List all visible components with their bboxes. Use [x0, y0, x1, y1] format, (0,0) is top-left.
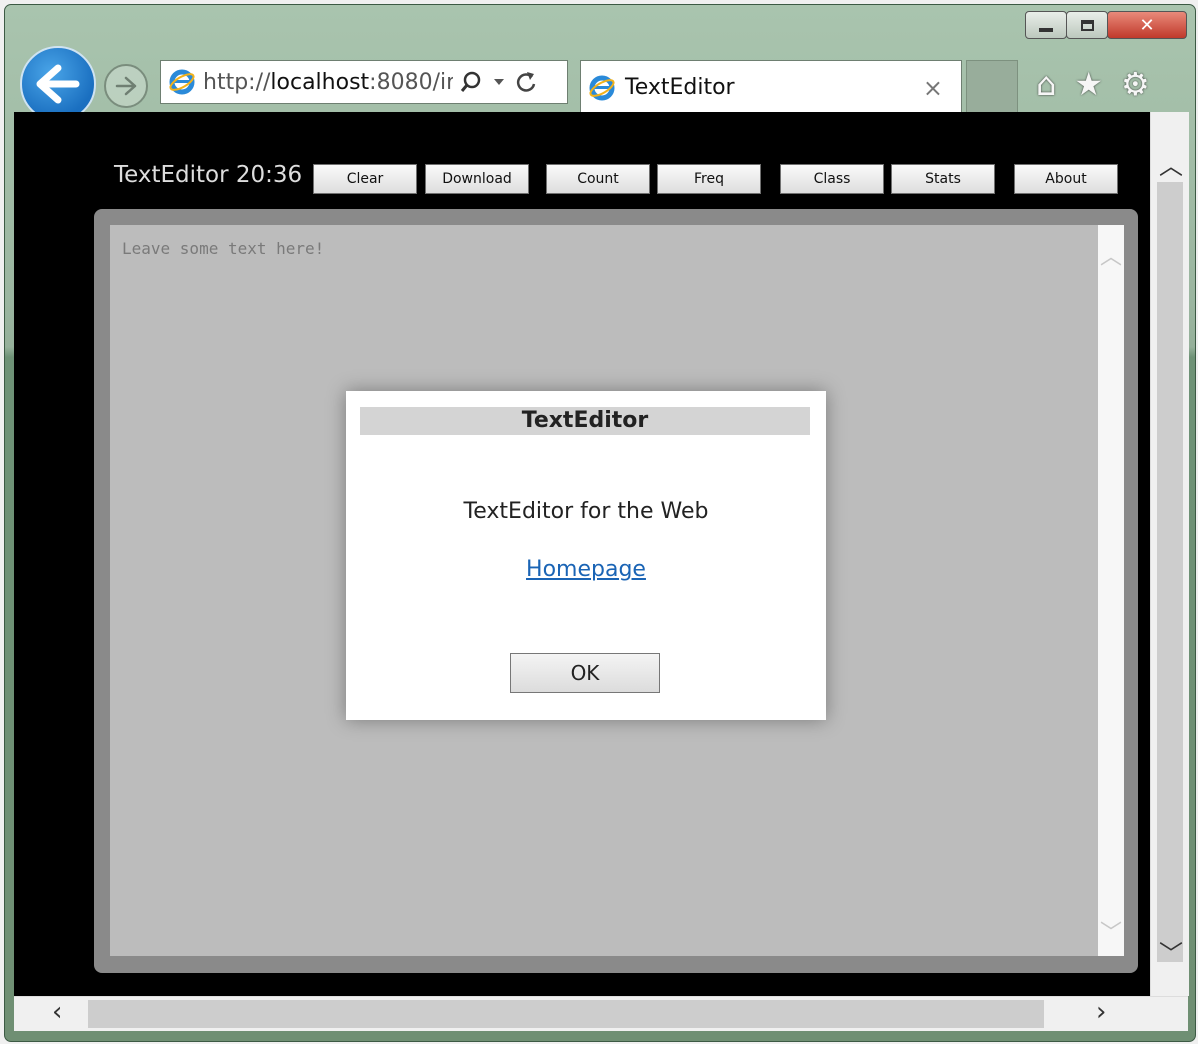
dropdown-icon[interactable] — [493, 77, 505, 87]
tab-texteditor[interactable]: TextEditor × — [580, 60, 962, 114]
search-icon[interactable] — [459, 70, 483, 94]
clear-button[interactable]: Clear — [313, 164, 417, 194]
page-horizontal-scrollbar[interactable]: ‹ › — [14, 996, 1188, 1031]
maximize-button[interactable] — [1066, 11, 1108, 39]
address-bar[interactable]: http://localhost:8080/in — [160, 60, 568, 104]
horizontal-scroll-thumb[interactable] — [88, 1000, 1044, 1028]
about-button[interactable]: About — [1014, 164, 1118, 194]
maximize-icon — [1080, 19, 1094, 31]
ie-logo-icon — [167, 67, 197, 97]
editor-scrollbar[interactable]: ︿ ﹀ — [1098, 225, 1124, 956]
dialog-message: TextEditor for the Web — [463, 499, 709, 524]
homepage-link-wrapper: Homepage — [346, 557, 826, 582]
close-icon: ✕ — [1139, 14, 1155, 36]
scroll-right-icon[interactable]: › — [1096, 997, 1106, 1027]
freq-button[interactable]: Freq — [657, 164, 761, 194]
minimize-button[interactable] — [1025, 11, 1067, 39]
tab-ie-logo-icon — [587, 73, 617, 103]
editor-scroll-up-icon[interactable]: ︿ — [1100, 239, 1122, 271]
homepage-link[interactable]: Homepage — [526, 557, 646, 582]
ok-button[interactable]: OK — [510, 653, 660, 693]
stats-button[interactable]: Stats — [891, 164, 995, 194]
count-button[interactable]: Count — [546, 164, 650, 194]
home-icon[interactable]: ⌂ — [1036, 66, 1056, 102]
back-icon — [36, 64, 80, 104]
vertical-scroll-thumb[interactable] — [1157, 182, 1183, 962]
forward-button[interactable] — [104, 64, 148, 108]
settings-icon[interactable]: ⚙ — [1121, 66, 1150, 102]
window-controls: ✕ — [1025, 11, 1187, 39]
dialog-title: TextEditor — [360, 407, 810, 435]
scroll-left-icon[interactable]: ‹ — [52, 997, 62, 1027]
app-title: TextEditor 20:36 — [114, 162, 303, 188]
download-button[interactable]: Download — [425, 164, 529, 194]
address-text[interactable]: http://localhost:8080/in — [203, 70, 453, 95]
close-window-button[interactable]: ✕ — [1107, 11, 1187, 39]
back-button[interactable] — [20, 46, 96, 122]
about-dialog: TextEditor TextEditor for the Web Homepa… — [346, 391, 826, 720]
refresh-icon[interactable] — [515, 70, 537, 94]
favorites-icon[interactable]: ★ — [1074, 66, 1103, 102]
tab-title: TextEditor — [625, 75, 735, 100]
tab-close-icon[interactable]: × — [923, 74, 943, 102]
page-vertical-scrollbar[interactable]: ︿ ﹀ — [1150, 112, 1189, 996]
scroll-up-icon[interactable]: ︿ — [1159, 146, 1183, 181]
minimize-icon — [1039, 28, 1053, 32]
class-button[interactable]: Class — [780, 164, 884, 194]
new-tab-button[interactable] — [966, 60, 1018, 114]
forward-icon — [115, 76, 137, 96]
scroll-down-icon[interactable]: ﹀ — [1159, 934, 1183, 969]
address-host: localhost — [270, 69, 370, 95]
editor-scroll-down-icon[interactable]: ﹀ — [1100, 915, 1122, 947]
